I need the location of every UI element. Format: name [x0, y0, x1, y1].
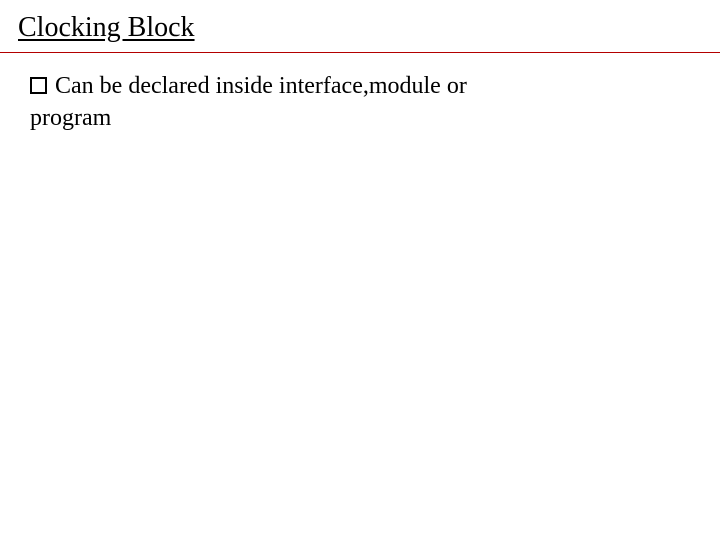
bullet-text-line2: program: [30, 103, 680, 133]
slide-body: Can be declared inside interface,module …: [0, 53, 720, 133]
bullet-item: Can be declared inside interface,module …: [30, 71, 680, 101]
slide: Clocking Block Can be declared inside in…: [0, 0, 720, 540]
slide-title: Clocking Block: [18, 12, 195, 43]
square-bullet-icon: [30, 77, 47, 94]
title-row: Clocking Block: [0, 12, 720, 50]
bullet-text-line1: Can be declared inside interface,module …: [55, 71, 467, 101]
